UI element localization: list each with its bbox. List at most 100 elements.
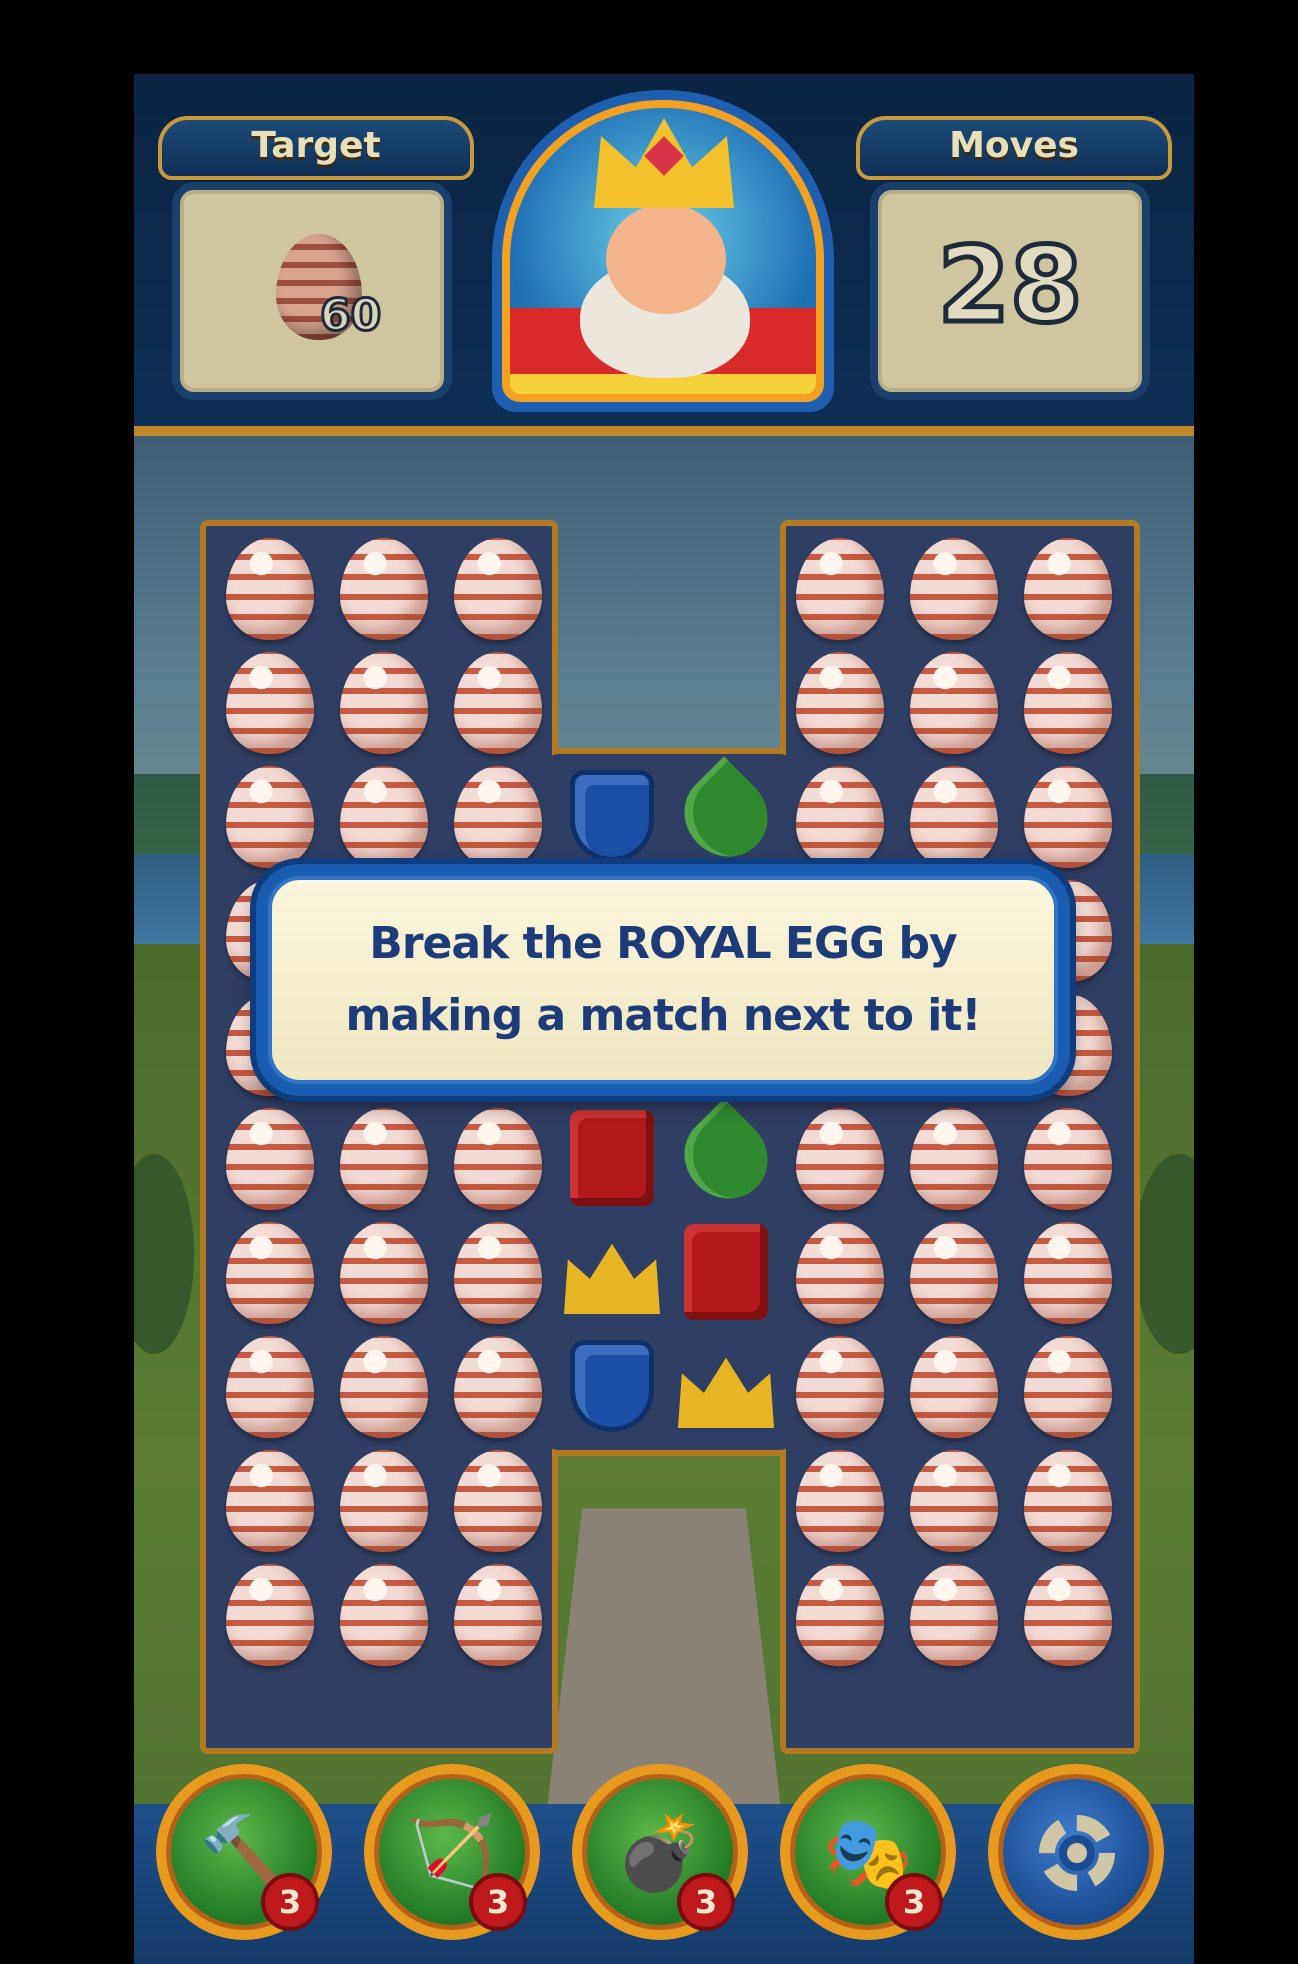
board-cell[interactable] [440,644,554,758]
royal-egg-icon [910,652,998,754]
royal-egg-icon [340,652,428,754]
board-cell[interactable] [440,758,554,872]
board-cell[interactable] [440,1328,554,1442]
royal-egg-icon [796,1564,884,1666]
board-cell[interactable] [326,1100,440,1214]
board-cell[interactable] [440,1214,554,1328]
board-cell[interactable] [326,644,440,758]
royal-egg-icon [910,1336,998,1438]
board-cell[interactable] [440,1442,554,1556]
board-cell[interactable] [212,1214,326,1328]
board-cell[interactable] [1010,530,1124,644]
board-cell[interactable] [554,1100,668,1214]
board-cell[interactable] [667,756,785,874]
board-cell[interactable] [896,1556,1010,1670]
board-cell[interactable] [782,758,896,872]
board-cell[interactable] [1010,758,1124,872]
shield-piece-icon [570,770,654,862]
tutorial-text: Break the ROYAL EGG by making a match ne… [345,908,982,1052]
board-cell[interactable] [1010,1556,1124,1670]
king-face [606,204,726,314]
royal-egg-icon [1024,1450,1112,1552]
royal-egg-icon [226,1336,314,1438]
board-cell[interactable] [782,1100,896,1214]
royal-egg-icon [910,1564,998,1666]
board-cell[interactable] [326,1556,440,1670]
royal-egg-icon [454,1108,542,1210]
royal-egg-icon [454,1450,542,1552]
royal-egg-icon [340,1450,428,1552]
level-header: Target 60 Moves 28 [134,74,1194,436]
crown-piece-icon [564,1243,660,1314]
tutorial-dialog[interactable]: Break the ROYAL EGG by making a match ne… [256,864,1070,1096]
royal-egg-icon [796,1222,884,1324]
board-cell[interactable] [896,644,1010,758]
board-cell[interactable] [896,1328,1010,1442]
board-cell[interactable] [1010,1442,1124,1556]
royal-egg-icon [910,1450,998,1552]
board-cell[interactable] [326,1214,440,1328]
royal-egg-icon [796,652,884,754]
board-cell[interactable] [896,1442,1010,1556]
board-cell[interactable] [1010,1214,1124,1328]
board-cell[interactable] [1010,644,1124,758]
board-cell[interactable] [326,1328,440,1442]
board-cell[interactable] [554,1328,668,1442]
board-cell[interactable] [326,530,440,644]
board-cell[interactable] [782,644,896,758]
book-piece-icon [684,1224,768,1320]
royal-egg-icon [454,1564,542,1666]
board-cell[interactable] [896,1100,1010,1214]
target-count: 60 [318,289,382,343]
royal-egg-icon [454,766,542,868]
board-cell[interactable] [1010,1328,1124,1442]
tutorial-line-2: making a match next to it! [345,990,982,1041]
board-cell[interactable] [212,1328,326,1442]
board-cell[interactable] [212,1100,326,1214]
board-cell[interactable] [212,1556,326,1670]
board-cell[interactable] [1010,1100,1124,1214]
moves-panel: 28 [870,182,1150,400]
settings-button[interactable] [988,1764,1164,1940]
game-screen: Target 60 Moves 28 Break the ROYAL EGG b… [134,74,1194,1964]
board-cell[interactable] [212,758,326,872]
board-cell[interactable] [440,1556,554,1670]
board-cell[interactable] [440,1100,554,1214]
cannon-count-badge: 3 [677,1873,735,1931]
board-cell[interactable] [668,1328,782,1442]
board-cell[interactable] [212,1442,326,1556]
jester-booster-button[interactable]: 🎭 3 [780,1764,956,1940]
board-cell[interactable] [782,530,896,644]
hammer-booster-face: 🔨 3 [166,1774,322,1931]
royal-egg-icon [1024,1108,1112,1210]
board-cell[interactable] [896,1214,1010,1328]
board-cell[interactable] [896,530,1010,644]
royal-egg-icon [796,1336,884,1438]
board-cell[interactable] [668,1214,782,1328]
royal-egg-icon [796,1450,884,1552]
board-cell[interactable] [667,1098,785,1216]
royal-egg-icon [454,538,542,640]
board-cell[interactable] [212,644,326,758]
target-panel: 60 [172,182,452,400]
board-cell[interactable] [554,758,668,872]
hammer-booster-button[interactable]: 🔨 3 [156,1764,332,1940]
arrow-count-badge: 3 [469,1873,527,1931]
board-cell[interactable] [326,1442,440,1556]
board-cell[interactable] [782,1442,896,1556]
tutorial-dialog-body: Break the ROYAL EGG by making a match ne… [268,876,1058,1084]
king-portrait [492,90,834,412]
gear-icon-core [1059,1835,1095,1871]
arrow-booster-face: 🏹 3 [374,1774,530,1931]
arrow-booster-button[interactable]: 🏹 3 [364,1764,540,1940]
board-cell[interactable] [212,530,326,644]
board-cell[interactable] [782,1556,896,1670]
board-cell[interactable] [782,1328,896,1442]
cannon-booster-button[interactable]: 💣 3 [572,1764,748,1940]
board-cell[interactable] [326,758,440,872]
board-cell[interactable] [440,530,554,644]
board-cell[interactable] [554,1214,668,1328]
royal-egg-icon [226,1222,314,1324]
board-cell[interactable] [896,758,1010,872]
board-cell[interactable] [782,1214,896,1328]
